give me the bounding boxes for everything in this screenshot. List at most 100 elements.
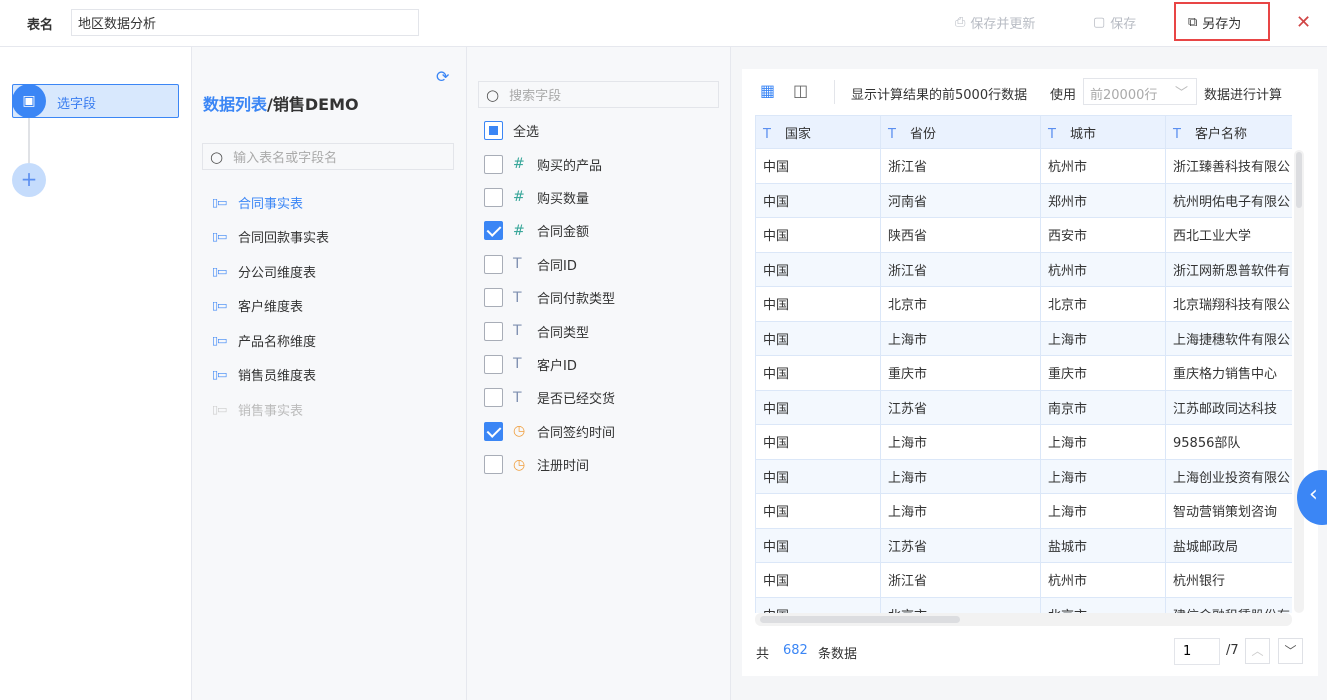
- divider: [834, 80, 835, 104]
- table-cell: 浙江网新恩普软件有: [1165, 251, 1292, 287]
- table-item[interactable]: ▯▭ 销售员维度表: [212, 358, 329, 393]
- time-type-icon: ◷: [513, 456, 526, 473]
- field-item[interactable]: # 购买数量: [484, 181, 615, 214]
- table-cell: 上海市: [880, 458, 1041, 494]
- field-item[interactable]: T 合同ID: [484, 248, 615, 281]
- table-cell: 中国: [755, 320, 881, 356]
- field-item[interactable]: # 购买的产品: [484, 147, 615, 180]
- rows-select[interactable]: 前20000行 ﹀: [1083, 78, 1197, 105]
- checkbox[interactable]: [484, 455, 503, 475]
- step-connector: [28, 118, 30, 163]
- table-cell: 中国: [755, 148, 881, 184]
- table-cell: 中国: [755, 217, 881, 253]
- page-input[interactable]: [1174, 638, 1220, 665]
- table-item[interactable]: ▯▭ 产品名称维度: [212, 323, 329, 358]
- table-row: 中国 江苏省 南京市 江苏邮政同达科技: [755, 389, 1292, 425]
- text-type-icon: T: [513, 389, 522, 406]
- add-step-button[interactable]: +: [12, 163, 46, 197]
- text-type-icon: T: [513, 289, 522, 306]
- layout-view-icon[interactable]: ◫: [793, 81, 808, 100]
- checkbox[interactable]: [484, 288, 503, 308]
- breadcrumb-link[interactable]: 数据列表: [203, 95, 267, 114]
- save-button[interactable]: ▢ 保存: [1093, 13, 1136, 32]
- table-icon: ▯▭: [212, 264, 227, 278]
- table-row: 中国 重庆市 重庆市 重庆格力销售中心: [755, 355, 1292, 391]
- prev-page-button[interactable]: ︿: [1245, 638, 1270, 664]
- table-cell: 智动营销策划咨询: [1165, 493, 1292, 529]
- text-type-icon: T: [513, 323, 522, 340]
- table-cell: 盐城邮政局: [1165, 527, 1292, 563]
- total-prefix: 共: [756, 647, 770, 662]
- table-item[interactable]: ▯▭ 合同回款事实表: [212, 220, 329, 255]
- table-item[interactable]: ▯▭ 销售事实表: [212, 392, 329, 427]
- table-item[interactable]: ▯▭ 分公司维度表: [212, 254, 329, 289]
- text-type-icon: T: [513, 356, 522, 373]
- source-panel: 数据列表/销售DEMO ⟳ ○ 输入表名或字段名 ▯▭ 合同事实表 ▯▭ 合同回款事实表…: [192, 47, 485, 700]
- table-search-input[interactable]: ○ 输入表名或字段名: [202, 143, 454, 170]
- table-cell: 中国: [755, 182, 881, 218]
- table-cell: 杭州银行: [1165, 562, 1292, 598]
- save-as-button[interactable]: ⧉ 另存为: [1188, 13, 1241, 32]
- field-search-input[interactable]: ○ 搜索字段: [478, 81, 719, 108]
- column-header[interactable]: T 客户名称: [1165, 115, 1292, 149]
- search-icon: ○: [210, 147, 224, 166]
- table-item[interactable]: ▯▭ 合同事实表: [212, 185, 329, 220]
- column-header[interactable]: T 城市: [1040, 115, 1166, 149]
- column-header[interactable]: T 国家: [755, 115, 881, 149]
- table-name-input[interactable]: [71, 9, 419, 36]
- field-item[interactable]: T 合同类型: [484, 314, 615, 347]
- field-item[interactable]: T 客户ID: [484, 348, 615, 381]
- table-cell: 上海市: [1040, 458, 1166, 494]
- table-name-label: 表名: [27, 18, 54, 33]
- table-cell: 95856部队: [1165, 424, 1292, 460]
- table-cell: 西北工业大学: [1165, 217, 1292, 253]
- save-as-icon: ⧉: [1188, 15, 1198, 30]
- chevron-down-icon: ﹀: [1174, 86, 1188, 101]
- table-cell: 南京市: [1040, 389, 1166, 425]
- checkbox[interactable]: [484, 421, 503, 441]
- table-cell: 河南省: [880, 182, 1041, 218]
- table-view-icon[interactable]: ▦: [760, 81, 775, 100]
- save-and-update-button[interactable]: ⎙ 保存并更新: [955, 13, 1035, 32]
- checkbox[interactable]: [484, 354, 503, 374]
- page-total: /7: [1226, 643, 1239, 658]
- field-item[interactable]: ◷ 注册时间: [484, 448, 615, 481]
- table-cell: 郑州市: [1040, 182, 1166, 218]
- select-all-checkbox[interactable]: 全选: [484, 114, 615, 147]
- table-cell: 上海市: [880, 320, 1041, 356]
- table-cell: 上海市: [1040, 493, 1166, 529]
- checkbox[interactable]: [484, 321, 503, 341]
- checkbox[interactable]: [484, 154, 503, 174]
- table-row: 中国 上海市 上海市 上海捷穗软件有限公: [755, 320, 1292, 356]
- vertical-scrollbar[interactable]: [1294, 150, 1304, 613]
- table-item[interactable]: ▯▭ 客户维度表: [212, 289, 329, 324]
- table-cell: 中国: [755, 251, 881, 287]
- checkbox[interactable]: [484, 121, 503, 141]
- table-cell: 上海市: [880, 493, 1041, 529]
- table-cell: 陕西省: [880, 217, 1041, 253]
- save-update-icon: ⎙: [955, 15, 966, 30]
- field-item[interactable]: # 合同金额: [484, 214, 615, 247]
- horizontal-scrollbar[interactable]: [755, 613, 1292, 626]
- select-fields-icon: ▣: [12, 84, 46, 118]
- column-header[interactable]: T 省份: [880, 115, 1041, 149]
- checkbox[interactable]: [484, 221, 503, 241]
- field-item[interactable]: T 合同付款类型: [484, 281, 615, 314]
- refresh-icon[interactable]: ⟳: [436, 67, 449, 86]
- number-type-icon: #: [513, 222, 525, 239]
- table-cell: 浙江省: [880, 251, 1041, 287]
- checkbox[interactable]: [484, 187, 503, 207]
- field-item[interactable]: T 是否已经交货: [484, 381, 615, 414]
- checkbox[interactable]: [484, 388, 503, 408]
- next-page-button[interactable]: ﹀: [1278, 638, 1303, 664]
- checkbox[interactable]: [484, 254, 503, 274]
- table-cell: 重庆市: [1040, 355, 1166, 391]
- search-icon: ○: [486, 85, 500, 104]
- table-icon: ▯▭: [212, 230, 227, 244]
- table-row: 中国 陕西省 西安市 西北工业大学: [755, 217, 1292, 253]
- close-icon[interactable]: ✕: [1296, 12, 1311, 33]
- time-type-icon: ◷: [513, 423, 526, 440]
- table-cell: 浙江省: [880, 562, 1041, 598]
- table-cell: 上海市: [1040, 320, 1166, 356]
- field-item[interactable]: ◷ 合同签约时间: [484, 415, 615, 448]
